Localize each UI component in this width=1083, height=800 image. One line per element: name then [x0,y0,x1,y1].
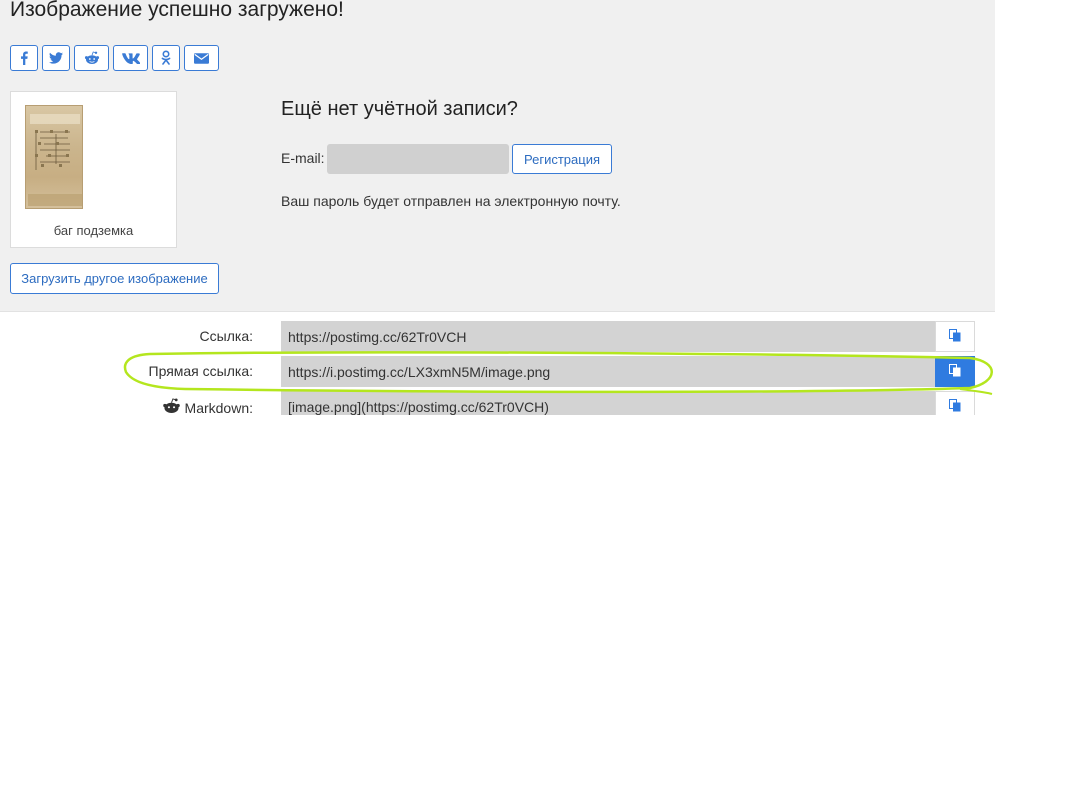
upload-result-panel: Изображение успешно загружено! баг подзе… [0,0,995,312]
odnoklassniki-icon [161,50,171,66]
direct-link-label: Прямая ссылка: [148,363,254,379]
link-field[interactable] [281,321,935,352]
link-row-direct: Прямая ссылка: [0,356,975,387]
register-button[interactable]: Регистрация [512,144,612,174]
markdown-label-text: Markdown: [184,399,253,416]
password-note: Ваш пароль будет отправлен на электронну… [281,193,621,209]
copy-icon [949,328,961,345]
share-vk-button[interactable] [113,45,148,71]
page-title: Изображение успешно загружено! [10,0,344,21]
image-thumbnail-card[interactable]: баг подземка [10,91,177,248]
share-twitter-button[interactable] [42,45,70,71]
upload-another-image-button[interactable]: Загрузить другое изображение [10,263,219,294]
uploaded-image-thumbnail[interactable] [25,105,83,209]
share-facebook-button[interactable] [10,45,38,71]
copy-icon [949,398,961,415]
share-email-button[interactable] [184,45,219,71]
share-odnoklassniki-button[interactable] [152,45,180,71]
vk-icon [121,52,140,64]
copy-icon [949,363,961,380]
link-row-markdown: Markdown: [0,391,975,415]
share-reddit-button[interactable] [74,45,109,71]
email-input[interactable] [327,144,509,174]
direct-link-field[interactable] [281,356,935,387]
twitter-icon [49,52,63,64]
markdown-row-clip: Markdown: [0,391,995,415]
facebook-icon [19,51,29,65]
no-account-heading: Ещё нет учётной записи? [281,98,518,120]
reddit-icon [162,398,181,415]
link-row-page: Ссылка: [0,321,975,352]
email-icon [194,52,209,64]
share-buttons [10,45,219,71]
email-label: E-mail: [281,150,325,166]
thumbnail-caption: баг подземка [53,223,134,238]
copy-markdown-button[interactable] [935,391,975,415]
copy-direct-link-button[interactable] [935,356,975,387]
copy-link-button[interactable] [935,321,975,352]
reddit-icon [84,51,100,65]
markdown-field[interactable] [281,391,935,415]
markdown-label: Markdown: [162,398,253,415]
link-label: Ссылка: [199,328,253,344]
